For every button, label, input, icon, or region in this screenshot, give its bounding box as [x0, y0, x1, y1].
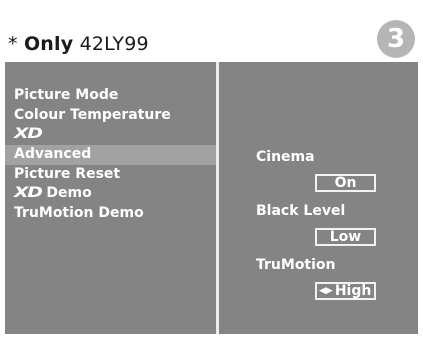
menu-item-xd-demo[interactable]: XD Demo [5, 184, 216, 204]
trumotion-value: High [334, 283, 372, 299]
menu-item-advanced[interactable]: Advanced [5, 145, 216, 165]
menu-item-picture-mode[interactable]: Picture Mode [5, 86, 216, 106]
menu-item-label: Picture Reset [14, 165, 121, 182]
arrow-left-icon[interactable]: ◀ [319, 286, 326, 296]
menu-item-picture-reset[interactable]: Picture Reset [5, 165, 216, 185]
menu-item-trumotion-demo[interactable]: TruMotion Demo [5, 204, 216, 224]
black-level-value: Low [329, 229, 362, 245]
step-number-badge: 3 [377, 20, 415, 58]
cinema-value-box[interactable]: On [315, 174, 376, 192]
arrow-right-icon[interactable]: ▶ [326, 286, 333, 296]
trumotion-label: TruMotion [256, 257, 336, 273]
note-prefix: * [8, 33, 24, 55]
menu-item-label: Picture Mode [14, 87, 119, 103]
trumotion-value-box[interactable]: ◀ ▶ High [315, 282, 376, 300]
menu-item-xd[interactable]: XD [5, 125, 216, 145]
model-note: * Only 42LY99 [8, 33, 149, 55]
note-only: Only [23, 33, 74, 55]
note-model: 42LY99 [73, 33, 149, 55]
xd-logo-icon: XD [14, 126, 43, 143]
menu-item-label: TruMotion Demo [14, 205, 144, 222]
menu-item-label: Demo [46, 185, 92, 202]
picture-menu-osd: Picture Mode Colour Temperature XD Advan… [5, 62, 418, 334]
xd-logo-icon: XD [14, 185, 43, 202]
cinema-value: On [334, 175, 357, 191]
menu-item-colour-temperature[interactable]: Colour Temperature [5, 106, 216, 126]
menu-divider [216, 62, 219, 334]
cinema-label: Cinema [256, 149, 315, 165]
menu-item-label: Colour Temperature [14, 106, 171, 123]
black-level-label: Black Level [256, 203, 346, 219]
black-level-value-box[interactable]: Low [315, 228, 376, 246]
picture-menu-list: Picture Mode Colour Temperature XD Advan… [5, 86, 216, 224]
menu-item-label: Advanced [14, 146, 92, 163]
